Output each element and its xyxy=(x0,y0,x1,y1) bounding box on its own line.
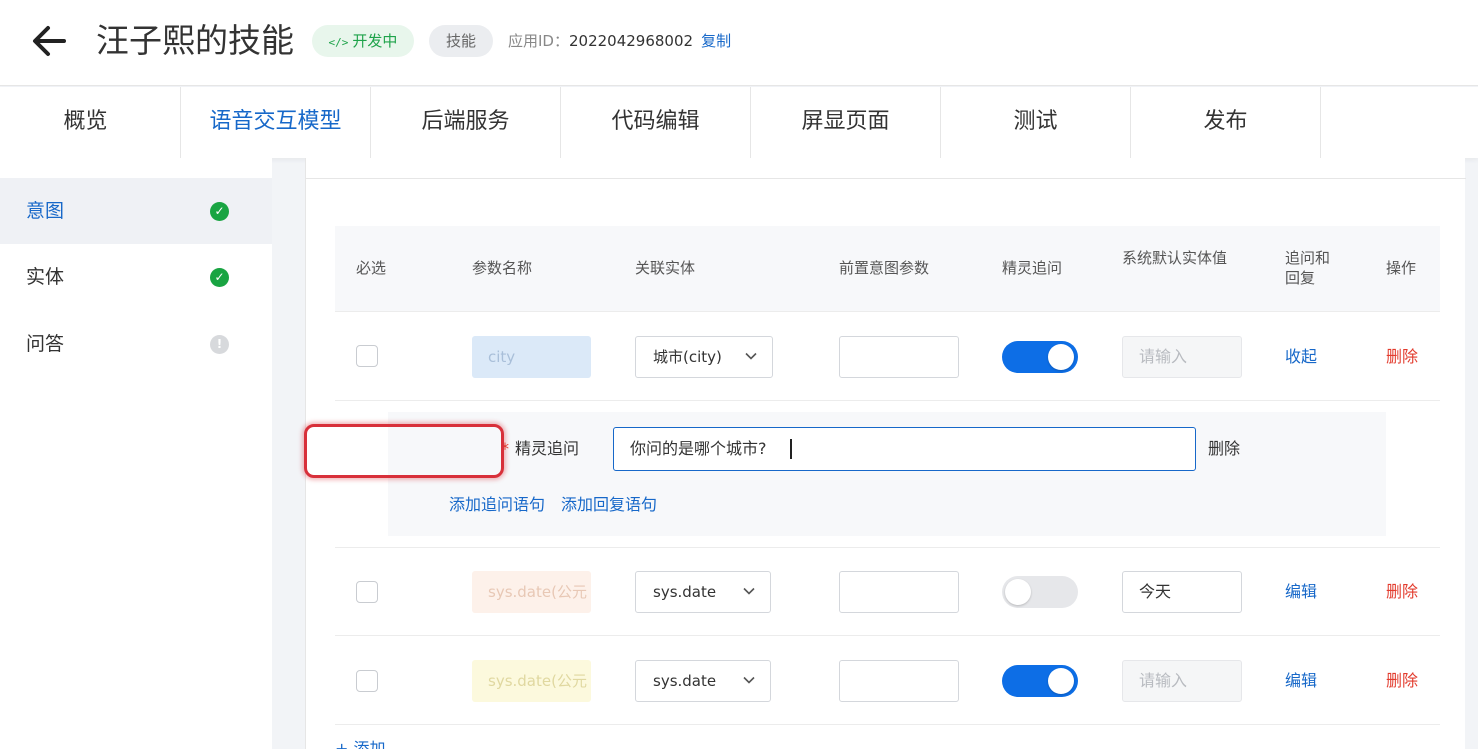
delete-link[interactable]: 删除 xyxy=(1386,347,1418,367)
required-checkbox[interactable] xyxy=(356,670,378,692)
tab-voice-model[interactable]: 语音交互模型 xyxy=(181,87,371,158)
main-tabs: 概览 语音交互模型 后端服务 代码编辑 屏显页面 测试 发布 xyxy=(0,87,1478,158)
table-row: sys.date(公元 sys.date 请输入 编辑 删除 xyxy=(335,637,1440,725)
table-row: sys.date(公元 sys.date 今天 编辑 删除 xyxy=(335,548,1440,636)
edit-link[interactable]: 编辑 xyxy=(1285,671,1317,691)
table-row: city 城市(city) 请输入 收起 删除 xyxy=(335,313,1440,401)
type-badge: 技能 xyxy=(429,25,493,57)
col-entity: 关联实体 xyxy=(635,259,696,277)
default-value-input[interactable]: 请输入 xyxy=(1122,336,1242,378)
table-header: 必选 参数名称 关联实体 前置意图参数 精灵追问 系统默认实体值 追问和回复 操… xyxy=(335,226,1440,312)
toggle-knob xyxy=(1048,344,1074,370)
copy-button[interactable]: 复制 xyxy=(701,32,731,50)
divider xyxy=(306,178,1466,179)
page-header: 汪子熙的技能 </> 开发中 技能 应用ID：2022042968002 复制 xyxy=(0,0,1478,86)
followup-question-text: 你问的是哪个城市? xyxy=(630,439,767,458)
chevron-down-icon xyxy=(745,352,757,360)
col-required: 必选 xyxy=(356,259,387,277)
param-name-field[interactable]: sys.date(公元 xyxy=(472,571,591,613)
followup-toggle[interactable] xyxy=(1002,576,1078,608)
param-panel: 必选 参数名称 关联实体 前置意图参数 精灵追问 系统默认实体值 追问和回复 操… xyxy=(305,158,1466,749)
entity-select[interactable]: 城市(city) xyxy=(635,336,773,378)
sidebar-item-label: 问答 xyxy=(26,333,65,355)
followup-delete-button[interactable]: 删除 xyxy=(1208,439,1240,459)
required-mark: * xyxy=(501,439,509,458)
add-question-link[interactable]: 添加追问语句 xyxy=(449,495,545,515)
followup-toggle[interactable] xyxy=(1002,665,1078,697)
default-value-input[interactable]: 今天 xyxy=(1122,571,1242,613)
sidebar-item-label: 实体 xyxy=(26,266,65,288)
status-badge: </> 开发中 xyxy=(312,25,414,57)
text-caret xyxy=(790,439,792,459)
followup-toggle[interactable] xyxy=(1002,341,1078,373)
followup-label-text: 精灵追问 xyxy=(515,439,580,458)
edit-link[interactable]: 编辑 xyxy=(1285,582,1317,602)
entity-select-value: 城市(city) xyxy=(653,348,722,366)
check-circle-icon: ✓ xyxy=(210,202,229,221)
col-followup-reply: 追问和 回复 xyxy=(1285,248,1330,288)
default-value-input[interactable]: 请输入 xyxy=(1122,660,1242,702)
sidebar-item-intent[interactable]: 意图 ✓ xyxy=(0,178,272,244)
toggle-knob xyxy=(1048,668,1074,694)
col-followup-reply-line1: 追问和 xyxy=(1285,249,1331,267)
col-param-name: 参数名称 xyxy=(472,259,533,277)
required-checkbox[interactable] xyxy=(356,581,378,603)
col-actions: 操作 xyxy=(1386,259,1417,277)
add-param-link[interactable]: + 添加 xyxy=(335,738,386,749)
pre-intent-input[interactable] xyxy=(839,571,959,613)
status-badge-label: 开发中 xyxy=(352,32,398,50)
required-checkbox[interactable] xyxy=(356,345,378,367)
check-circle-icon: ✓ xyxy=(210,268,229,287)
sidebar-item-entity[interactable]: 实体 ✓ xyxy=(0,244,272,310)
col-pre-intent: 前置意图参数 xyxy=(839,259,930,277)
col-default-value: 系统默认实体值 xyxy=(1122,249,1228,267)
toggle-knob xyxy=(1005,579,1031,605)
sidebar-item-label: 意图 xyxy=(26,200,65,222)
delete-link[interactable]: 删除 xyxy=(1386,671,1418,691)
col-followup-reply-line2: 回复 xyxy=(1285,269,1316,287)
add-reply-link[interactable]: 添加回复语句 xyxy=(561,495,657,515)
app-id: 应用ID：2022042968002 复制 xyxy=(508,31,731,51)
pre-intent-input[interactable] xyxy=(839,660,959,702)
collapse-link[interactable]: 收起 xyxy=(1285,347,1317,367)
tab-overview[interactable]: 概览 xyxy=(0,87,181,158)
app-id-value: 2022042968002 xyxy=(568,32,694,50)
param-name-field[interactable]: sys.date(公元 xyxy=(472,660,591,702)
followup-question-input[interactable]: 你问的是哪个城市? xyxy=(613,427,1196,471)
col-followup: 精灵追问 xyxy=(1002,259,1063,277)
tab-publish[interactable]: 发布 xyxy=(1131,87,1321,158)
tab-backend[interactable]: 后端服务 xyxy=(371,87,561,158)
app-id-label: 应用ID： xyxy=(508,32,569,50)
entity-select[interactable]: sys.date xyxy=(635,660,771,702)
sidebar: 意图 ✓ 实体 ✓ 问答 ! xyxy=(0,158,272,749)
code-icon: </> xyxy=(328,36,349,49)
back-arrow-icon[interactable] xyxy=(30,22,70,60)
delete-link[interactable]: 删除 xyxy=(1386,582,1418,602)
page-title: 汪子熙的技能 xyxy=(96,21,294,60)
chevron-down-icon xyxy=(743,676,755,684)
tab-test[interactable]: 测试 xyxy=(941,87,1131,158)
followup-label: * 精灵追问 xyxy=(501,439,579,459)
entity-select-value: sys.date xyxy=(653,672,717,690)
warning-circle-icon: ! xyxy=(210,335,229,354)
chevron-down-icon xyxy=(743,587,755,595)
entity-select[interactable]: sys.date xyxy=(635,571,771,613)
param-name-field[interactable]: city xyxy=(472,336,591,378)
followup-expand-panel: * 精灵追问 你问的是哪个城市? 删除 添加追问语句 添加回复语句 xyxy=(388,412,1386,536)
tab-screen-page[interactable]: 屏显页面 xyxy=(751,87,941,158)
entity-select-value: sys.date xyxy=(653,583,717,601)
pre-intent-input[interactable] xyxy=(839,336,959,378)
sidebar-item-qa[interactable]: 问答 ! xyxy=(0,311,272,377)
tab-code-edit[interactable]: 代码编辑 xyxy=(561,87,751,158)
